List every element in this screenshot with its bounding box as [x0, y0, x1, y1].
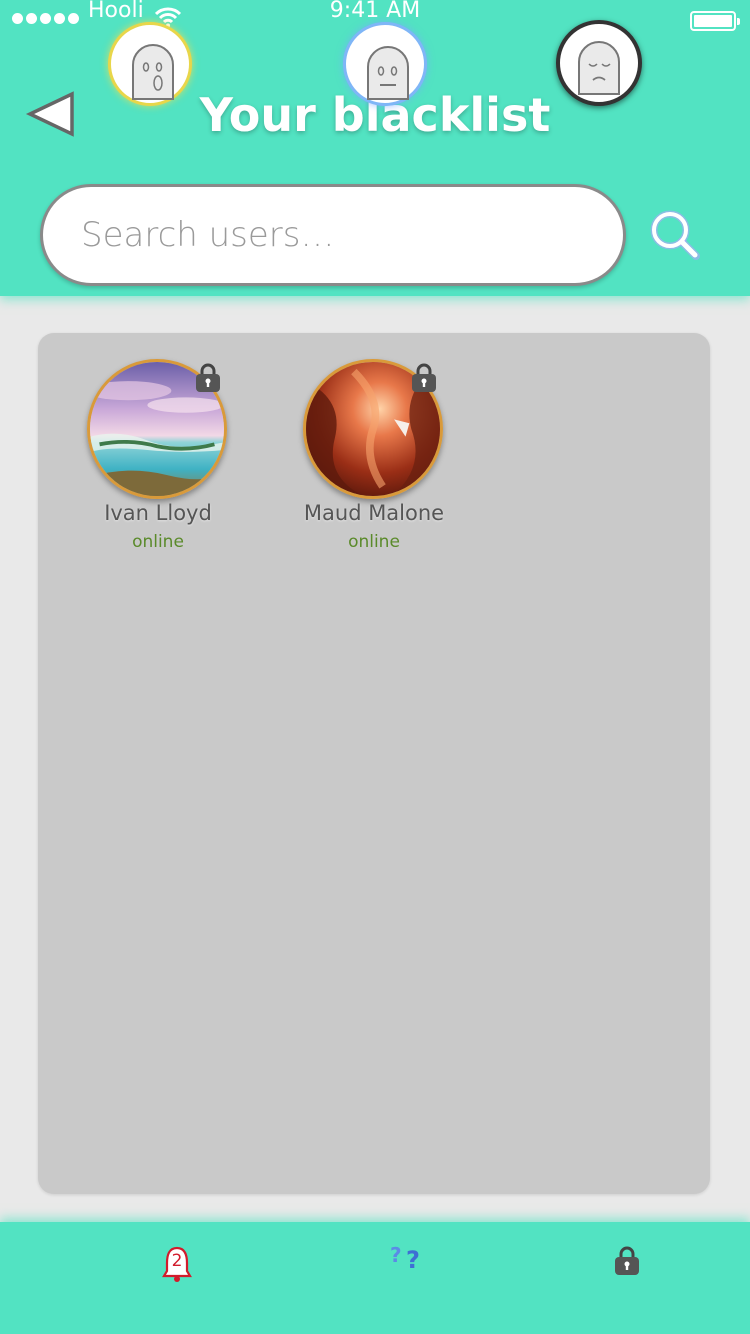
battery-icon [690, 11, 740, 31]
user-status: online [348, 532, 400, 552]
lock-icon [412, 363, 436, 392]
ghost-surprised-icon [132, 44, 174, 100]
ghost-neutral-icon [367, 46, 409, 100]
lock-icon [196, 363, 220, 392]
blacklist-button[interactable] [556, 20, 642, 106]
search-input[interactable] [40, 184, 626, 286]
blacklist-user-card[interactable]: Maud Malone online [279, 359, 469, 559]
search-icon[interactable] [644, 204, 704, 264]
blacklist-panel: Ivan Lloyd online Maud Malone online [38, 333, 710, 1194]
blacklist-user-card[interactable]: Ivan Lloyd online [63, 359, 253, 559]
lock-icon [615, 1246, 639, 1275]
notification-count: 2 [171, 1251, 183, 1271]
svg-text:?: ? [406, 1246, 420, 1274]
user-name: Maud Malone [303, 501, 445, 525]
question-icon: ? ? [390, 1243, 420, 1274]
user-status: online [132, 532, 184, 552]
ghost-sleepy-icon [578, 41, 620, 95]
clock: 9:41 AM [329, 0, 421, 23]
help-button[interactable] [343, 22, 427, 106]
svg-text:?: ? [390, 1243, 402, 1267]
notifications-button[interactable] [108, 22, 192, 106]
user-name: Ivan Lloyd [104, 501, 212, 525]
bottom-nav [0, 1222, 750, 1334]
